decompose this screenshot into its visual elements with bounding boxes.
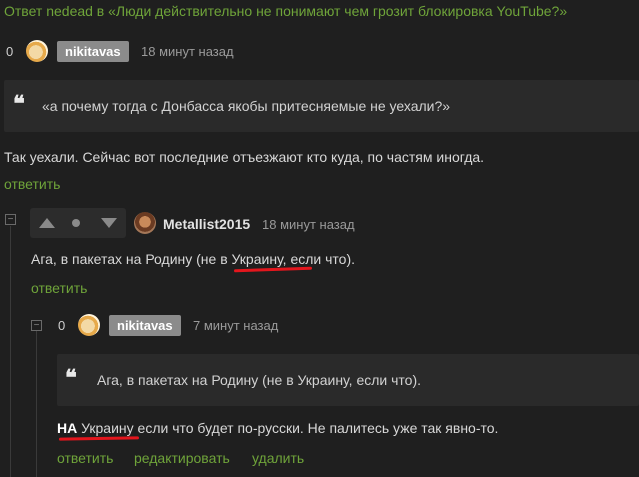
thread-line[interactable]	[36, 331, 37, 477]
username[interactable]: Metallist2015	[163, 216, 250, 232]
comment-rating: 0	[6, 44, 14, 59]
quote-text: Ага, в пакетах на Родину (не в Украину, …	[97, 372, 421, 388]
bold-text: НА	[57, 420, 78, 436]
downvote-icon[interactable]	[101, 218, 117, 228]
comment-body: Так уехали. Сейчас вот последние отъезжа…	[4, 149, 485, 165]
red-underline	[58, 436, 140, 441]
username-badge[interactable]: nikitavas	[109, 315, 181, 336]
comment-time[interactable]: 18 минут назад	[262, 217, 355, 232]
reply-link[interactable]: ответить	[4, 176, 60, 192]
red-underline	[233, 266, 313, 273]
edit-link[interactable]: редактировать	[134, 450, 230, 466]
quote-block: ❝ Ага, в пакетах на Родину (не в Украину…	[57, 354, 639, 406]
reply-link[interactable]: ответить	[57, 450, 113, 466]
quote-block: ❝ «а почему тогда с Донбасса якобы прите…	[4, 80, 639, 132]
comment-rating: 0	[58, 318, 66, 333]
username-badge[interactable]: nikitavas	[57, 41, 129, 62]
collapse-icon[interactable]: −	[5, 214, 16, 225]
vote-neutral-icon[interactable]	[72, 219, 80, 227]
quote-icon: ❝	[65, 365, 77, 391]
thread-line[interactable]	[10, 226, 11, 477]
post-title-link[interactable]: «Люди действительно не понимают чем гроз…	[108, 3, 567, 19]
reply-link[interactable]: ответить	[31, 280, 87, 296]
comment-time[interactable]: 18 минут назад	[141, 44, 234, 59]
vote-control	[30, 208, 126, 238]
collapse-icon[interactable]: −	[31, 320, 42, 331]
highlighted-text: в Украину	[220, 251, 283, 267]
avatar[interactable]	[134, 212, 156, 234]
avatar[interactable]	[78, 314, 100, 336]
upvote-icon[interactable]	[39, 218, 55, 228]
reply-prefix: Ответ nedead в	[4, 3, 109, 19]
reply-header: Ответ nedead в «Люди действительно не по…	[4, 3, 567, 19]
comment-time[interactable]: 7 минут назад	[193, 318, 278, 333]
comment-body: НА Украину если что будет по-русски. Не …	[57, 420, 499, 436]
delete-link[interactable]: удалить	[252, 450, 304, 466]
quote-text: «а почему тогда с Донбасса якобы притесн…	[42, 98, 451, 114]
quote-icon: ❝	[13, 91, 25, 117]
comment-body: Ага, в пакетах на Родину (не в Украину, …	[31, 251, 356, 267]
avatar[interactable]	[26, 40, 48, 62]
underlined-text: Украину	[81, 420, 134, 436]
